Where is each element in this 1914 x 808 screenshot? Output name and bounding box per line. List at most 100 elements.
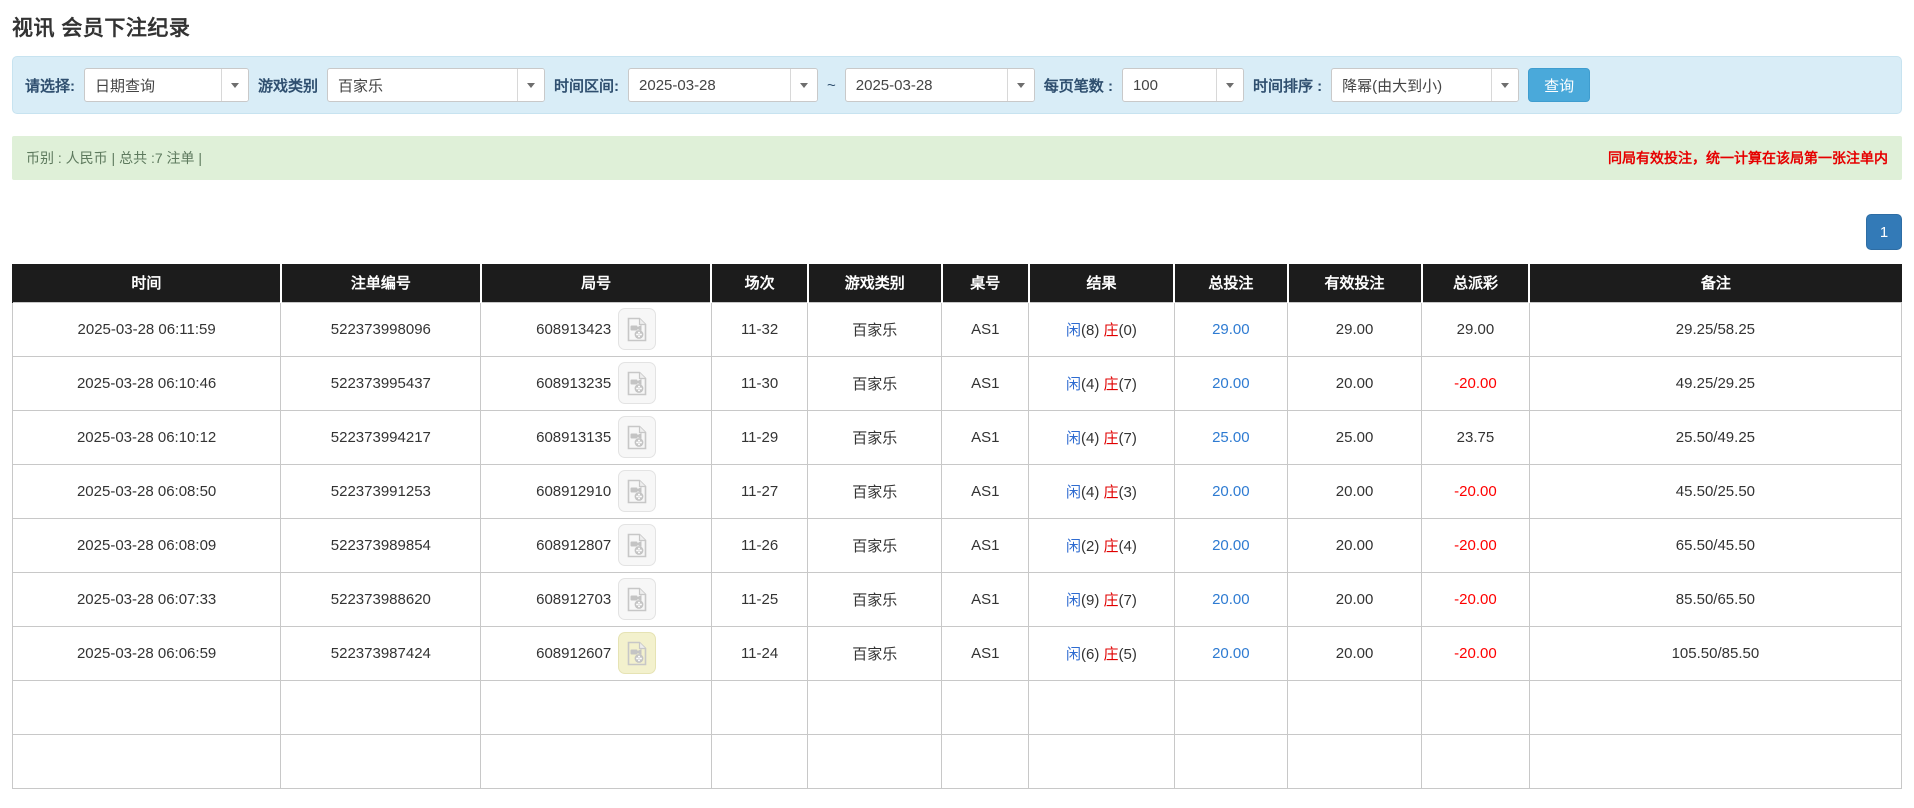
table-row[interactable]: 2025-03-28 06:10:12 522373994217 608913135… [11,409,1903,465]
table-row[interactable]: 2025-03-28 06:10:46 522373995437 608913235… [11,355,1903,411]
date-to-value: 2025-03-28 [855,76,933,94]
total-row-remark [1528,733,1903,789]
game-type-dropdown[interactable]: 百家乐 [327,68,546,102]
result-banker-label: 庄 [1103,591,1119,609]
cell-session: 11-26 [710,517,809,573]
result-player-label: 闲 [1066,375,1082,393]
round-id-wrap: 608913423 [536,308,657,350]
column-header-6: 结果 [1027,264,1175,302]
time-sort-value: 降幂(由大到小) [1342,77,1443,95]
result-banker-value: (0) [1118,321,1137,339]
chevron-down-icon[interactable] [790,69,818,101]
query-type-value: 日期查询 [95,77,156,95]
result-banker-label: 庄 [1103,483,1119,501]
round-id-value: 608912807 [536,536,612,554]
date-from-value: 2025-03-28 [639,76,716,94]
total-bet-link[interactable]: 20.00 [1212,537,1250,554]
time-sort-dropdown[interactable]: 降幂(由大到小) [1331,68,1520,102]
cell-bet-id: 522373988620 [280,571,482,627]
video-replay-button[interactable] [618,470,657,512]
page-size-dropdown[interactable]: 100 [1121,68,1244,102]
subtotal-row-count: 7 [280,679,482,735]
cell-remark: 45.50/25.50 [1528,463,1903,519]
result-banker-value: (7) [1118,591,1137,609]
total-bet-link[interactable]: 25.00 [1212,429,1250,446]
result-player-label: 闲 [1066,645,1082,663]
cell-table-no: AS1 [941,571,1030,627]
total-bet-link[interactable]: 20.00 [1212,591,1250,608]
cell-round-id: 608912703 [480,571,712,627]
total-row-label: 总计 [11,733,282,789]
chevron-down-icon[interactable] [1006,69,1034,101]
chevron-down-icon[interactable] [517,69,545,101]
cell-time: 2025-03-28 06:10:12 [11,409,282,465]
subtotal-row-empty-session [710,679,809,735]
total-bet-link[interactable]: 20.00 [1212,483,1250,500]
cell-valid-bet: 25.00 [1286,409,1423,465]
result-player-label: 闲 [1066,429,1082,447]
search-button[interactable]: 查询 [1528,68,1591,102]
total-bet-link[interactable]: 29.00 [1212,321,1250,338]
cell-result: 闲(9) 庄(7) [1028,571,1175,627]
total-row-empty-game [807,733,943,789]
result-banker-label: 庄 [1103,321,1119,339]
cell-valid-bet: 20.00 [1286,571,1423,627]
total-row-empty-result [1028,733,1175,789]
chevron-down-icon[interactable] [221,69,248,101]
video-replay-button[interactable] [618,416,657,458]
total-row-total-bet: 154.00 [1173,733,1289,789]
total-row: 总计 7 154.00 154.00 -47.25 [11,733,1903,789]
table-row[interactable]: 2025-03-28 06:08:50 522373991253 608912910… [11,463,1903,519]
date-from-picker[interactable]: 2025-03-28 [628,68,819,102]
cell-game-type: 百家乐 [807,463,943,519]
result-banker-value: (7) [1118,375,1137,393]
currency-total-text: 币别 : 人民币 | 总共 :7 注单 | [26,150,203,166]
table-row[interactable]: 2025-03-28 06:11:59 522373998096 608913423… [11,301,1903,357]
table-row[interactable]: 2025-03-28 06:08:09 522373989854 608912807… [11,517,1903,573]
page-1-button[interactable]: 1 [1866,214,1902,250]
subtotal-row-empty-round [480,679,712,735]
chevron-down-icon[interactable] [1215,69,1243,101]
cell-valid-bet: 20.00 [1286,355,1423,411]
cell-payout: -20.00 [1421,463,1530,519]
result-banker-label: 庄 [1103,375,1119,393]
cell-total-bet: 20.00 [1173,571,1289,627]
video-replay-button[interactable] [618,524,657,566]
result-player-label: 闲 [1066,321,1082,339]
page-size-value: 100 [1132,76,1158,94]
page-title: 视讯 会员下注纪录 [12,17,191,40]
total-bet-link[interactable]: 20.00 [1212,645,1250,662]
cell-round-id: 608913135 [480,409,712,465]
query-type-dropdown[interactable]: 日期查询 [84,68,249,102]
video-replay-button[interactable] [618,578,657,620]
cell-remark: 49.25/29.25 [1528,355,1903,411]
date-to-picker[interactable]: 2025-03-28 [844,68,1035,102]
select-type-label: 请选择: [25,77,75,95]
cell-total-bet: 20.00 [1173,517,1289,573]
result-player-value: (2) [1081,537,1100,555]
cell-remark: 105.50/85.50 [1528,625,1903,681]
summary-info-bar: 币别 : 人民币 | 总共 :7 注单 | 同局有效投注，统一计算在该局第一张注… [12,136,1902,180]
subtotal-row-empty-table [941,679,1030,735]
cell-remark: 29.25/58.25 [1528,301,1903,357]
video-replay-button[interactable] [618,362,657,404]
cell-remark: 65.50/45.50 [1528,517,1903,573]
chevron-down-icon[interactable] [1491,69,1519,101]
round-id-wrap: 608912607 [536,632,657,674]
video-replay-button[interactable] [618,632,657,674]
round-id-wrap: 608912910 [536,470,657,512]
result-player-value: (4) [1081,483,1100,501]
table-row[interactable]: 2025-03-28 06:06:59 522373987424 608912607… [11,625,1903,681]
cell-bet-id: 522373995437 [280,355,482,411]
column-header-0: 时间 [11,264,281,302]
subtotal-row-empty-game [807,679,943,735]
table-row[interactable]: 2025-03-28 06:07:33 522373988620 608912703… [11,571,1903,627]
cell-time: 2025-03-28 06:08:09 [11,517,282,573]
result-banker-label: 庄 [1103,537,1119,555]
cell-session: 11-30 [710,355,809,411]
total-bet-link[interactable]: 20.00 [1212,375,1250,392]
video-file-icon [627,425,647,449]
video-replay-button[interactable] [618,308,657,350]
cell-session: 11-25 [710,571,809,627]
subtotal-row-remark [1528,679,1903,735]
